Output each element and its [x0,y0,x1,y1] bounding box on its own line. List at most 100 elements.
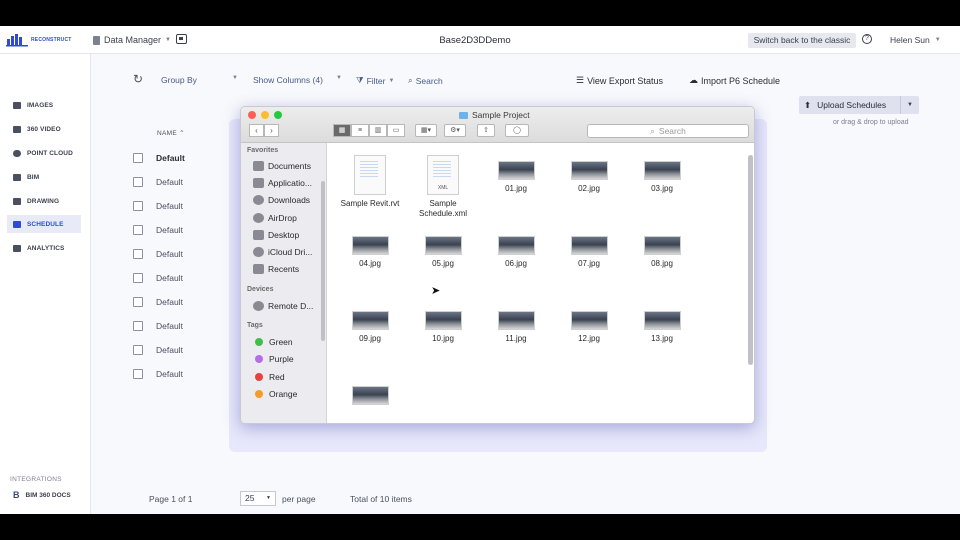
finder-fav-documents[interactable]: Documents [253,161,311,171]
file-item[interactable]: 12.jpg [553,305,625,344]
back-button[interactable]: ‹ [249,124,264,137]
finder-device-remote[interactable]: Remote D... [253,301,313,311]
upload-schedules-button[interactable]: ⬆ Upload Schedules ▼ [799,96,919,114]
finder-fav-icloud[interactable]: iCloud Dri... [253,247,312,257]
table-row[interactable]: Default [133,222,183,238]
finder-fav-recents[interactable]: Recents [253,264,299,274]
file-item[interactable]: 09.jpg [334,305,406,344]
tag-icon[interactable]: ◯ [505,124,529,137]
sidebar-item-360-video[interactable]: 360 VIDEO [7,120,81,138]
finder-tag-red[interactable]: Red [253,372,285,382]
file-item[interactable]: 01.jpg [480,155,552,194]
group-by-select[interactable]: Group By [161,75,197,85]
sidebar-item-bim-360-docs[interactable]: B BIM 360 DOCS [13,490,71,500]
file-item[interactable]: 04.jpg [334,230,406,269]
table-row[interactable]: Default [133,294,183,310]
file-item[interactable]: 06.jpg [480,230,552,269]
finder-main-scrollbar[interactable] [748,155,753,365]
help-icon[interactable]: ? [862,34,872,44]
data-manager-menu[interactable]: Data Manager ▼ [93,35,171,45]
image-thumbnail [424,311,462,330]
table-row[interactable]: Default [133,318,183,334]
file-item[interactable] [334,380,406,409]
switch-classic-button[interactable]: Switch back to the classic [748,33,856,48]
row-checkbox[interactable] [133,225,143,235]
view-export-label: View Export Status [587,75,663,86]
row-checkbox[interactable] [133,369,143,379]
finder-window[interactable]: Sample Project ‹ › ▦ ≡ ▥ ▭ ▦▾ ⚙▾ ⇧ ◯ ⌕ S… [240,106,755,424]
show-columns-select[interactable]: Show Columns (4) [253,75,323,85]
close-window-icon[interactable] [248,111,256,119]
file-item[interactable]: 03.jpg [626,155,698,194]
table-row[interactable]: Default [133,174,183,190]
finder-tag-green[interactable]: Green [253,337,293,347]
file-item[interactable]: 02.jpg [553,155,625,194]
row-checkbox[interactable] [133,249,143,259]
finder-search-input[interactable]: ⌕ Search [587,124,749,138]
file-item[interactable]: XML Sample Schedule.xml [407,155,479,219]
search-box[interactable]: ⌕ Search [408,75,443,86]
minimize-window-icon[interactable] [261,111,269,119]
view-export-status-button[interactable]: ☰ View Export Status [576,75,663,86]
list-view-icon[interactable]: ≡ [351,124,369,137]
filter-button[interactable]: ⧩ Filter ▼ [356,75,394,86]
finder-fav-airdrop[interactable]: AirDrop [253,213,297,223]
sidebar-item-analytics[interactable]: ANALYTICS [7,239,81,257]
file-item[interactable]: Sample Revit.rvt [334,155,406,209]
zoom-window-icon[interactable] [274,111,282,119]
file-item[interactable]: 10.jpg [407,305,479,344]
page-size-select[interactable]: 25 ▼ [240,491,276,506]
row-name: Default [156,369,183,379]
import-p6-button[interactable]: ☁ Import P6 Schedule [689,75,780,86]
finder-fav-desktop[interactable]: Desktop [253,230,299,240]
share-icon[interactable]: ⇧ [477,124,495,137]
arrange-icon[interactable]: ▦▾ [415,124,437,137]
table-row[interactable]: Default [133,198,183,214]
list-icon: ☰ [576,75,585,85]
collapse-sidebar-icon[interactable]: ‹ [13,511,17,514]
monitor-icon[interactable] [176,34,187,44]
row-checkbox[interactable] [133,321,143,331]
upload-dropdown-icon[interactable]: ▼ [900,96,919,114]
sidebar-item-bim[interactable]: BIM [7,168,81,186]
row-checkbox[interactable] [133,273,143,283]
file-item[interactable]: 11.jpg [480,305,552,344]
finder-titlebar[interactable]: Sample Project ‹ › ▦ ≡ ▥ ▭ ▦▾ ⚙▾ ⇧ ◯ ⌕ S… [241,107,754,143]
forward-button[interactable]: › [264,124,279,137]
table-row[interactable]: Default [133,366,183,382]
row-checkbox[interactable] [133,201,143,211]
finder-tag-purple[interactable]: Purple [253,354,294,364]
upload-schedules-main[interactable]: ⬆ Upload Schedules [799,96,900,114]
drawing-icon [13,197,21,205]
icon-view-icon[interactable]: ▦ [333,124,351,137]
finder-tag-orange[interactable]: Orange [253,389,297,399]
sidebar-item-point-cloud[interactable]: POINT CLOUD [7,144,81,162]
group-by-caret-icon[interactable]: ▼ [232,75,238,81]
table-row[interactable]: Default [133,342,183,358]
file-item[interactable]: 08.jpg [626,230,698,269]
finder-fav-applications[interactable]: Applicatio... [253,178,312,188]
file-item[interactable]: 07.jpg [553,230,625,269]
logo[interactable]: RECONSTRUCT [6,32,74,48]
action-gear-icon[interactable]: ⚙▾ [444,124,466,137]
file-item[interactable]: 05.jpg [407,230,479,269]
sidebar-item-drawing[interactable]: DRAWING [7,192,81,210]
sidebar-item-images[interactable]: IMAGES [7,96,81,114]
sidebar-item-schedule[interactable]: SCHEDULE [7,215,81,233]
table-row[interactable]: Default [133,246,183,262]
column-header-name[interactable]: NAME ⌃ [157,129,185,137]
row-checkbox[interactable] [133,297,143,307]
file-item[interactable]: 13.jpg [626,305,698,344]
row-checkbox[interactable] [133,153,143,163]
show-columns-caret-icon[interactable]: ▼ [336,75,342,81]
row-checkbox[interactable] [133,345,143,355]
gallery-view-icon[interactable]: ▭ [387,124,405,137]
table-row[interactable]: Default [133,270,183,286]
refresh-icon[interactable]: ↻ [133,72,143,86]
finder-fav-downloads[interactable]: Downloads [253,195,310,205]
column-view-icon[interactable]: ▥ [369,124,387,137]
user-menu[interactable]: Helen Sun ▼ [890,35,941,45]
table-row[interactable]: Default [133,150,185,166]
row-checkbox[interactable] [133,177,143,187]
finder-sidebar-scrollbar[interactable] [321,181,325,341]
